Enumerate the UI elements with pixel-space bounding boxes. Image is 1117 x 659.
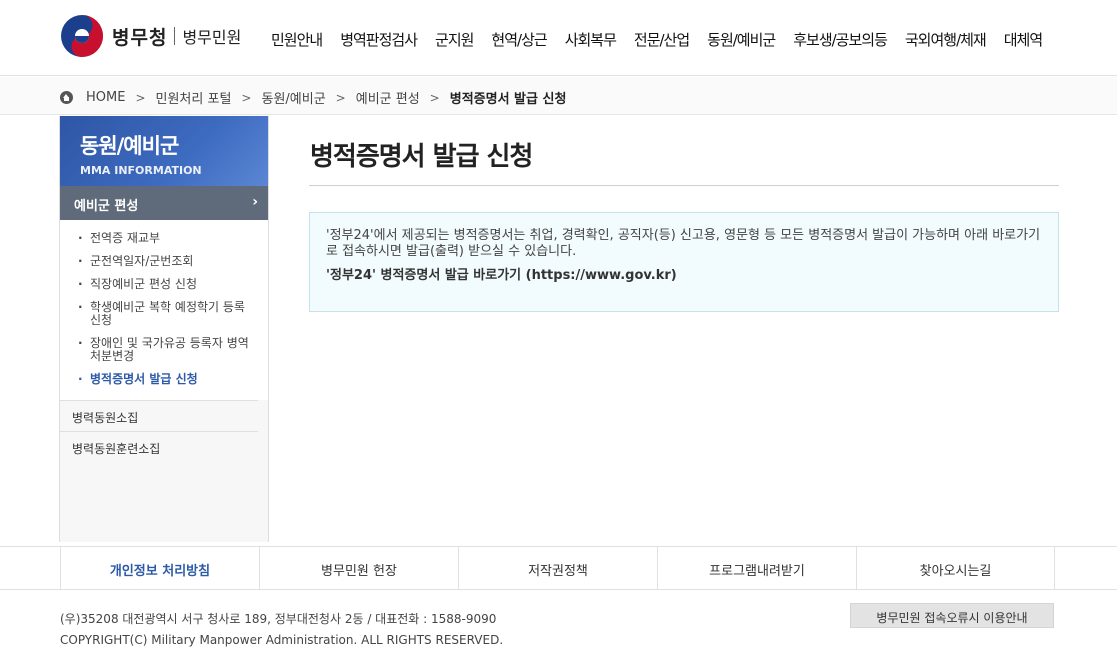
footer-link-directions[interactable]: 찾아오시는길 xyxy=(856,547,1055,589)
nav-item-civil-guide[interactable]: 민원안내 xyxy=(271,29,323,50)
sidebar-header: 동원/예비군 MMA INFORMATION xyxy=(60,116,268,186)
sidebar-subitem-certificate[interactable]: 병적증명서 발급 신청 xyxy=(78,373,258,387)
logo-main-text: 병무청 xyxy=(112,26,168,49)
logo-divider xyxy=(174,27,176,45)
nav-item-military-apply[interactable]: 군지원 xyxy=(435,29,474,50)
sidebar-sub-list: 전역증 재교부 군전역일자/군번조회 직장예비군 편성 신청 학생예비군 복학 … xyxy=(60,220,268,400)
sidebar-subitem-disability-change[interactable]: 장애인 및 국가유공 등록자 병역처분변경 xyxy=(78,337,258,363)
sidebar-item-force-mobilization[interactable]: 병력동원소집 xyxy=(60,400,258,431)
sidebar-item-reserve-group[interactable]: 예비군 편성 › xyxy=(60,186,268,220)
breadcrumb-portal[interactable]: 민원처리 포털 xyxy=(156,88,232,107)
chevron-right-icon: > xyxy=(135,90,146,105)
nav-item-candidate[interactable]: 후보생/공보의등 xyxy=(793,29,888,50)
error-guide-button[interactable]: 병무민원 접속오류시 이용안내 xyxy=(850,603,1054,628)
gov24-link[interactable]: '정부24' 병적증명서 발급 바로가기 (https://www.gov.kr… xyxy=(326,264,1042,283)
taegeuk-logo-icon xyxy=(61,15,103,57)
footer-link-charter[interactable]: 병무민원 헌장 xyxy=(259,547,458,589)
nav-item-exam[interactable]: 병역판정검사 xyxy=(340,29,418,50)
home-icon[interactable] xyxy=(60,91,73,104)
breadcrumb-mobilization[interactable]: 동원/예비군 xyxy=(261,88,325,107)
notice-box: '정부24'에서 제공되는 병적증명서는 취업, 경력확인, 공직자(등) 신고… xyxy=(309,212,1059,312)
sidebar-item-mobilization-training[interactable]: 병력동원훈련소집 xyxy=(60,431,258,462)
breadcrumb-current: 병적증명서 발급 신청 xyxy=(449,92,567,107)
breadcrumb-home[interactable]: HOME xyxy=(86,90,125,105)
chevron-right-icon: > xyxy=(241,90,252,105)
chevron-right-icon: > xyxy=(335,90,346,105)
page-title: 병적증명서 발급 신청 xyxy=(310,142,533,172)
nav-item-alternative[interactable]: 대체역 xyxy=(1004,29,1043,50)
nav-item-active-duty[interactable]: 현역/상근 xyxy=(491,29,547,50)
sidebar-subitem-discharge-card[interactable]: 전역증 재교부 xyxy=(78,232,258,246)
site-header: 병무청 병무민원 민원안내 병역판정검사 군지원 현역/상근 사회복무 전문/산… xyxy=(0,0,1117,76)
footer-link-downloads[interactable]: 프로그램내려받기 xyxy=(657,547,856,589)
nav-item-mobilization[interactable]: 동원/예비군 xyxy=(707,29,776,50)
footer-link-privacy[interactable]: 개인정보 처리방침 xyxy=(60,547,259,589)
sidebar-subtitle: MMA INFORMATION xyxy=(80,164,202,177)
sidebar-subitem-student-reserve[interactable]: 학생예비군 복학 예정학기 등록 신청 xyxy=(78,301,258,327)
nav-item-expert-industry[interactable]: 전문/산업 xyxy=(634,29,690,50)
sidebar-item-label: 예비군 편성 xyxy=(74,199,139,214)
breadcrumb: HOME > 민원처리 포털 > 동원/예비군 > 예비군 편성 > 병적증명서… xyxy=(60,88,566,107)
nav-item-overseas[interactable]: 국외여행/체재 xyxy=(905,29,987,50)
logo[interactable]: 병무청 병무민원 xyxy=(60,14,241,58)
footer-address: (우)35208 대전광역시 서구 청사로 189, 정부대전청사 2동 / 대… xyxy=(60,612,497,626)
breadcrumb-reserve[interactable]: 예비군 편성 xyxy=(356,88,420,107)
sidebar: 동원/예비군 MMA INFORMATION 예비군 편성 › 전역증 재교부 … xyxy=(59,116,269,542)
nav-item-social-service[interactable]: 사회복무 xyxy=(565,29,617,50)
footer-copyright: COPYRIGHT(C) Military Manpower Administr… xyxy=(60,633,504,647)
footer-link-copyright[interactable]: 저작권정책 xyxy=(458,547,657,589)
notice-text: '정부24'에서 제공되는 병적증명서는 취업, 경력확인, 공직자(등) 신고… xyxy=(326,228,1041,259)
sidebar-title: 동원/예비군 xyxy=(80,134,179,158)
sidebar-subitem-workplace-reserve[interactable]: 직장예비군 편성 신청 xyxy=(78,278,258,292)
footer-nav: 개인정보 처리방침 병무민원 헌장 저작권정책 프로그램내려받기 찾아오시는길 xyxy=(0,546,1117,590)
breadcrumb-bar: HOME > 민원처리 포털 > 동원/예비군 > 예비군 편성 > 병적증명서… xyxy=(0,77,1117,115)
main-nav: 민원안내 병역판정검사 군지원 현역/상근 사회복무 전문/산업 동원/예비군 … xyxy=(271,29,1060,50)
chevron-right-icon: > xyxy=(429,90,440,105)
title-divider xyxy=(309,185,1059,186)
sidebar-subitem-discharge-date[interactable]: 군전역일자/군번조회 xyxy=(78,255,258,269)
chevron-right-icon: › xyxy=(252,194,258,210)
logo-sub-text: 병무민원 xyxy=(182,28,242,47)
